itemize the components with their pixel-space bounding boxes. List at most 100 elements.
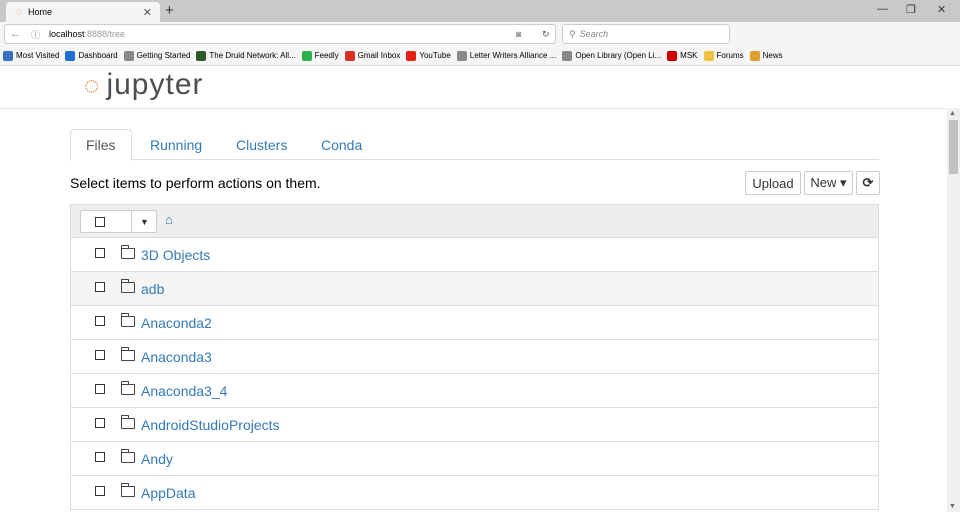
bookmark-favicon-icon xyxy=(667,50,678,61)
browser-tab-bar: ◌ Home ✕ + — ❐ ✕ xyxy=(0,0,960,22)
minimize-icon[interactable]: — xyxy=(877,3,888,15)
item-checkbox[interactable] xyxy=(95,452,105,462)
home-breadcrumb-icon[interactable]: ⌂ xyxy=(165,212,173,227)
item-checkbox[interactable] xyxy=(95,316,105,326)
bookmarks-bar: Most Visited Dashboard Getting Started The … xyxy=(0,46,960,66)
new-button[interactable]: New ▾ xyxy=(804,171,853,195)
item-link[interactable]: Anaconda2 xyxy=(141,315,212,331)
bookmark-label: YouTube xyxy=(419,51,451,60)
item-link[interactable]: Andy xyxy=(141,451,173,467)
bookmark-label: Feedly xyxy=(314,51,339,60)
scrollbar-thumb[interactable] xyxy=(949,120,958,174)
folder-icon xyxy=(121,245,135,259)
browser-tab-home[interactable]: ◌ Home ✕ xyxy=(6,2,160,22)
restore-icon[interactable]: ❐ xyxy=(906,3,916,16)
main-tabs: Files Running Clusters Conda xyxy=(70,129,879,161)
bookmark-favicon-icon xyxy=(703,50,714,61)
bookmark-label: News xyxy=(762,51,783,60)
item-link[interactable]: 3D Objects xyxy=(141,247,210,263)
bookmark-label: MSK xyxy=(680,51,698,60)
scroll-down-icon[interactable]: ▼ xyxy=(949,503,956,510)
select-all-dropdown[interactable]: ▼ xyxy=(80,210,157,233)
item-link[interactable]: AndroidStudioProjects xyxy=(141,417,280,433)
bookmark-item[interactable]: YouTube xyxy=(406,50,451,61)
item-link[interactable]: AppData xyxy=(141,485,195,501)
url-host: localhost xyxy=(49,29,85,39)
url-bar[interactable]: ← ⓘ localhost:8888/tree ◙ ↻ xyxy=(4,24,556,44)
jupyter-logo-icon: ◌ xyxy=(84,69,101,100)
scrollbar[interactable]: ▲ ▼ xyxy=(947,108,960,512)
caret-down-icon[interactable]: ▼ xyxy=(131,211,157,232)
bookmark-label: The Druid Network: All... xyxy=(209,51,296,60)
bookmark-favicon-icon xyxy=(456,50,467,61)
folder-icon xyxy=(121,449,135,463)
search-placeholder: Search xyxy=(579,29,609,39)
list-item[interactable]: Andy xyxy=(71,442,878,476)
jupyter-header: ◌ jupyter xyxy=(0,66,946,109)
jupyter-logo[interactable]: ◌ jupyter xyxy=(84,68,204,102)
bookmark-label: Open Library (Open Li... xyxy=(575,51,662,60)
tab-running[interactable]: Running xyxy=(150,129,202,160)
bookmark-item[interactable]: Letter Writers Alliance ... xyxy=(456,50,557,61)
list-item[interactable]: Anaconda3_4 xyxy=(71,374,878,408)
bookmark-item[interactable]: Most Visited xyxy=(3,50,59,61)
bookmark-item[interactable]: Feedly xyxy=(301,50,339,61)
bookmark-item[interactable]: News xyxy=(749,50,783,61)
bookmark-label: Letter Writers Alliance ... xyxy=(469,51,557,60)
navigation-bar: ← ⓘ localhost:8888/tree ◙ ↻ ⚲Search ☆ ▤ … xyxy=(0,22,960,62)
bookmark-item[interactable]: Dashboard xyxy=(65,50,118,61)
list-header: ▼ ⌂ xyxy=(71,205,878,238)
folder-icon xyxy=(121,381,135,395)
bookmark-item[interactable]: The Druid Network: All... xyxy=(196,50,296,61)
bookmark-favicon-icon xyxy=(3,50,13,61)
select-all-checkbox[interactable] xyxy=(95,217,105,227)
list-item[interactable]: adb xyxy=(71,272,878,306)
bookmark-favicon-icon xyxy=(65,50,76,61)
scroll-up-icon[interactable]: ▲ xyxy=(949,110,956,117)
close-window-icon[interactable]: ✕ xyxy=(937,3,946,16)
file-list: ▼ ⌂ 3D Objects adb Anaconda2 Anaconda3 Anaco… xyxy=(70,204,879,510)
item-checkbox[interactable] xyxy=(95,282,105,292)
bookmark-item[interactable]: Gmail Inbox xyxy=(344,50,401,61)
bookmark-favicon-icon xyxy=(301,50,312,61)
info-icon[interactable]: ⓘ xyxy=(31,28,40,41)
tab-files[interactable]: Files xyxy=(70,129,132,161)
bookmark-item[interactable]: Getting Started xyxy=(123,50,190,61)
bookmark-label: Forums xyxy=(716,51,744,60)
bookmark-favicon-icon xyxy=(406,50,417,61)
bookmark-label: Dashboard xyxy=(78,51,118,60)
tab-conda[interactable]: Conda xyxy=(321,129,362,160)
refresh-icon: ⟳ xyxy=(862,175,874,190)
bookmark-favicon-icon xyxy=(344,50,355,61)
reload-icon[interactable]: ↻ xyxy=(542,29,550,40)
item-link[interactable]: adb xyxy=(141,281,164,297)
item-link[interactable]: Anaconda3 xyxy=(141,349,212,365)
bookmark-favicon-icon xyxy=(196,50,207,61)
search-icon: ⚲ xyxy=(569,28,576,39)
folder-icon xyxy=(121,483,135,497)
bookmark-item[interactable]: Forums xyxy=(703,50,744,61)
new-tab-button[interactable]: + xyxy=(165,2,174,19)
back-icon[interactable]: ← xyxy=(10,28,21,40)
item-checkbox[interactable] xyxy=(95,350,105,360)
tab-clusters[interactable]: Clusters xyxy=(236,129,287,160)
list-item[interactable]: AppData xyxy=(71,476,878,510)
item-checkbox[interactable] xyxy=(95,248,105,258)
bookmark-label: Gmail Inbox xyxy=(357,51,401,60)
upload-button[interactable]: Upload xyxy=(745,171,801,195)
item-checkbox[interactable] xyxy=(95,486,105,496)
item-checkbox[interactable] xyxy=(95,384,105,394)
list-item[interactable]: AndroidStudioProjects xyxy=(71,408,878,442)
bookmark-item[interactable]: MSK xyxy=(667,50,698,61)
pocket-icon[interactable]: ◙ xyxy=(516,29,521,39)
bookmark-item[interactable]: Open Library (Open Li... xyxy=(562,50,662,61)
search-input[interactable]: ⚲ Search xyxy=(562,24,730,44)
list-item[interactable]: 3D Objects xyxy=(71,238,878,272)
close-tab-icon[interactable]: ✕ xyxy=(143,6,152,19)
bookmark-favicon-icon xyxy=(562,50,573,61)
list-item[interactable]: Anaconda3 xyxy=(71,340,878,374)
item-link[interactable]: Anaconda3_4 xyxy=(141,383,227,399)
item-checkbox[interactable] xyxy=(95,418,105,428)
list-item[interactable]: Anaconda2 xyxy=(71,306,878,340)
refresh-button[interactable]: ⟳ xyxy=(856,171,880,195)
